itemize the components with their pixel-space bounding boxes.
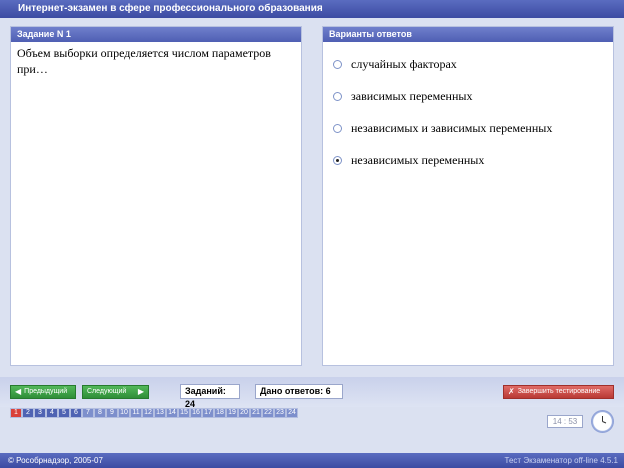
page-cell[interactable]: 14 — [166, 408, 178, 418]
answers-panel: Варианты ответов случайных факторах зави… — [322, 26, 614, 366]
page-cell[interactable]: 17 — [202, 408, 214, 418]
question-text: Объем выборки определяется числом параме… — [17, 46, 271, 76]
prev-button-label: Предыдущий — [24, 388, 68, 395]
page-cell[interactable]: 21 — [250, 408, 262, 418]
tasks-count: Заданий: 24 — [180, 384, 240, 409]
radio-checked-icon[interactable] — [333, 155, 342, 165]
page-cell[interactable]: 9 — [106, 408, 118, 418]
answer-option-4[interactable]: независимых переменных — [333, 152, 484, 168]
answer-label: независимых переменных — [351, 152, 485, 167]
question-pager: 1 2 3 4 5 6 7 8 9 10 11 12 13 14 15 16 17 18 19 20 21 22 23 24 — [10, 408, 298, 418]
page-cell[interactable]: 10 — [118, 408, 130, 418]
version-text: Тест Экзаменатор off-line 4.5.1 — [504, 456, 618, 465]
page-cell[interactable]: 2 — [22, 408, 34, 418]
answer-label: зависимых переменных — [351, 88, 473, 103]
page-cell[interactable]: 22 — [262, 408, 274, 418]
page-cell[interactable]: 12 — [142, 408, 154, 418]
finish-test-button[interactable]: ✗ Завершить тестирование — [503, 385, 614, 399]
arrow-left-icon: ◀ — [15, 387, 22, 396]
status-bar: © Рособрнадзор, 2005-07 Тест Экзаменатор… — [0, 453, 624, 468]
clock-icon — [591, 410, 614, 433]
page-cell[interactable]: 1 — [10, 408, 22, 418]
answers-header: Варианты ответов — [323, 27, 613, 42]
answer-option-3[interactable]: независимых и зависимых переменных — [333, 120, 552, 136]
running-man-icon: ✗ — [508, 387, 515, 396]
page-cell[interactable]: 18 — [214, 408, 226, 418]
page-cell[interactable]: 20 — [238, 408, 250, 418]
next-button[interactable]: Следующий ▶ — [82, 385, 149, 399]
page-cell[interactable]: 16 — [190, 408, 202, 418]
question-panel: Задание N 1 Объем выборки определяется ч… — [10, 26, 302, 366]
question-header: Задание N 1 — [11, 27, 301, 42]
page-cell[interactable]: 3 — [34, 408, 46, 418]
answer-option-1[interactable]: случайных факторах — [333, 56, 457, 72]
page-cell[interactable]: 6 — [70, 408, 82, 418]
radio-unchecked-icon[interactable] — [333, 91, 342, 101]
finish-button-label: Завершить тестирование — [517, 388, 601, 395]
copyright-text: © Рособрнадзор, 2005-07 — [8, 456, 103, 465]
page-cell[interactable]: 11 — [130, 408, 142, 418]
arrow-right-icon: ▶ — [137, 387, 144, 396]
page-cell[interactable]: 8 — [94, 408, 106, 418]
answer-label: независимых и зависимых переменных — [351, 120, 553, 135]
page-cell[interactable]: 23 — [274, 408, 286, 418]
page-cell[interactable]: 13 — [154, 408, 166, 418]
radio-unchecked-icon[interactable] — [333, 123, 342, 133]
window-title: Интернет-экзамен в сфере профессионально… — [0, 0, 624, 18]
answer-label: случайных факторах — [351, 56, 457, 71]
prev-button[interactable]: ◀ Предыдущий — [10, 385, 76, 399]
radio-unchecked-icon[interactable] — [333, 59, 342, 69]
timer-display: 14 : 53 — [547, 415, 583, 428]
page-cell[interactable]: 5 — [58, 408, 70, 418]
answer-option-2[interactable]: зависимых переменных — [333, 88, 472, 104]
page-cell[interactable]: 24 — [286, 408, 298, 418]
page-cell[interactable]: 7 — [82, 408, 94, 418]
page-cell[interactable]: 15 — [178, 408, 190, 418]
page-cell[interactable]: 19 — [226, 408, 238, 418]
page-cell[interactable]: 4 — [46, 408, 58, 418]
answers-given-count: Дано ответов: 6 — [255, 384, 343, 399]
next-button-label: Следующий — [87, 388, 127, 395]
